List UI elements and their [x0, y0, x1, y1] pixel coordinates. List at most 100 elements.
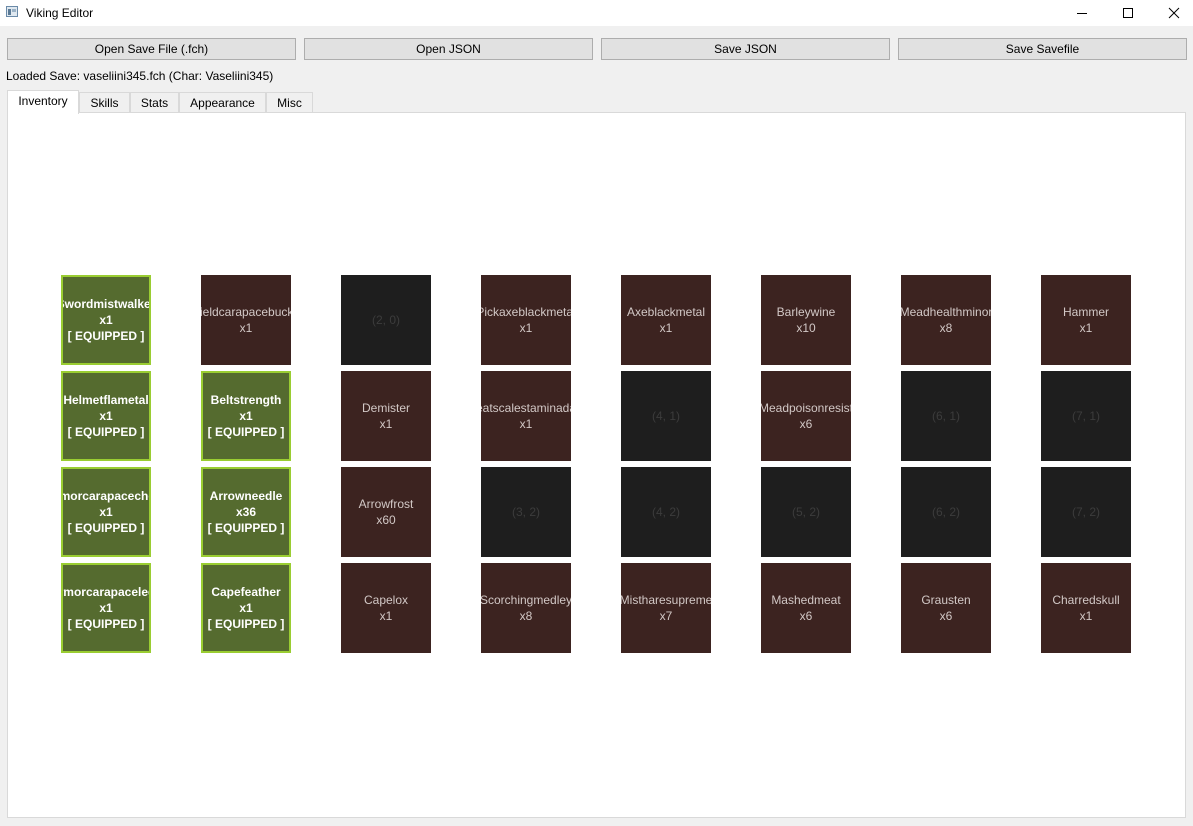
slot-item-name: Arrowneedle	[209, 489, 283, 503]
slot-quantity: x60	[376, 513, 396, 527]
inventory-slot[interactable]: (7, 1)	[1041, 371, 1131, 461]
inventory-slot[interactable]: Capelox x1	[341, 563, 431, 653]
slot-item-name: Pickaxeblackmetal	[481, 305, 571, 319]
inventory-slot[interactable]: Beltstrength x1 [ EQUIPPED ]	[201, 371, 291, 461]
slot-item-name: (4, 2)	[651, 505, 680, 519]
equipped-badge: [ EQUIPPED ]	[67, 617, 145, 631]
maximize-icon	[1123, 8, 1133, 18]
minimize-icon	[1077, 13, 1087, 14]
slot-item-name: (6, 1)	[931, 409, 960, 423]
slot-quantity: x1	[99, 313, 113, 327]
slot-quantity: x1	[99, 409, 113, 423]
slot-quantity: x7	[659, 609, 673, 623]
slot-quantity: x8	[939, 321, 953, 335]
slot-quantity: x1	[99, 505, 113, 519]
loaded-save-label: Loaded Save: vaseliini345.fch (Char: Vas…	[6, 69, 274, 83]
inventory-slot[interactable]: Arrowfrost x60	[341, 467, 431, 557]
inventory-slot[interactable]: Pickaxeblackmetal x1	[481, 275, 571, 365]
inventory-slot[interactable]: Arrowneedle x36 [ EQUIPPED ]	[201, 467, 291, 557]
slot-quantity: x6	[799, 417, 813, 431]
inventory-slot[interactable]: (3, 2)	[481, 467, 571, 557]
inventory-slot[interactable]: Capefeather x1 [ EQUIPPED ]	[201, 563, 291, 653]
inventory-slot[interactable]: Meatscalestaminadapt x1	[481, 371, 571, 461]
slot-quantity: x10	[796, 321, 816, 335]
slot-item-name: Helmetflametal	[63, 393, 149, 407]
equipped-badge: [ EQUIPPED ]	[67, 329, 145, 343]
slot-item-name: Scorchingmedley	[481, 593, 571, 607]
slot-item-name: (7, 2)	[1071, 505, 1100, 519]
inventory-slot[interactable]: (6, 1)	[901, 371, 991, 461]
slot-item-name: Armorcarapacechest	[61, 489, 149, 503]
inventory-slot[interactable]: Scorchingmedley x8	[481, 563, 571, 653]
equipped-badge: [ EQUIPPED ]	[207, 521, 285, 535]
slot-item-name: Axeblackmetal	[626, 305, 706, 319]
close-button[interactable]	[1151, 0, 1193, 26]
slot-quantity: x1	[99, 601, 113, 615]
inventory-slot[interactable]: Hammer x1	[1041, 275, 1131, 365]
open-save-file-button[interactable]: Open Save File (.fch)	[7, 38, 296, 60]
slot-quantity: x1	[239, 601, 253, 615]
slot-item-name: Meatscalestaminadapt	[481, 401, 571, 415]
inventory-slot[interactable]: Armorcarapacechest x1 [ EQUIPPED ]	[61, 467, 151, 557]
inventory-slot[interactable]: Demister x1	[341, 371, 431, 461]
slot-item-name: Swordmistwalker	[61, 297, 151, 311]
slot-quantity: x1	[379, 417, 393, 431]
inventory-slot[interactable]: (5, 2)	[761, 467, 851, 557]
equipped-badge: [ EQUIPPED ]	[67, 425, 145, 439]
inventory-slot[interactable]: (2, 0)	[341, 275, 431, 365]
tab-stats[interactable]: Stats	[130, 92, 179, 113]
slot-item-name: Capelox	[363, 593, 409, 607]
slot-item-name: (3, 2)	[511, 505, 540, 519]
slot-quantity: x1	[519, 321, 533, 335]
slot-quantity: x36	[235, 505, 257, 519]
inventory-slot[interactable]: Helmetflametal x1 [ EQUIPPED ]	[61, 371, 151, 461]
open-json-button[interactable]: Open JSON	[304, 38, 593, 60]
window-title: Viking Editor	[26, 6, 94, 20]
slot-quantity: x1	[519, 417, 533, 431]
app-icon	[6, 6, 18, 17]
inventory-slot[interactable]: Grausten x6	[901, 563, 991, 653]
inventory-slot[interactable]: Meadpoisonresist x6	[761, 371, 851, 461]
slot-item-name: Armorcarapacelegs	[63, 585, 149, 599]
inventory-slot[interactable]: Charredskull x1	[1041, 563, 1131, 653]
slot-quantity: x8	[519, 609, 533, 623]
tab-misc[interactable]: Misc	[266, 92, 313, 113]
inventory-slot[interactable]: Shieldcarapacebuckler x1	[201, 275, 291, 365]
inventory-slot[interactable]: Swordmistwalker x1 [ EQUIPPED ]	[61, 275, 151, 365]
inventory-slot[interactable]: (7, 2)	[1041, 467, 1131, 557]
slot-quantity: x1	[1079, 321, 1093, 335]
slot-quantity: x1	[379, 609, 393, 623]
close-icon	[1168, 7, 1180, 19]
slot-quantity: x6	[939, 609, 953, 623]
slot-quantity: x1	[659, 321, 673, 335]
inventory-slot[interactable]: Axeblackmetal x1	[621, 275, 711, 365]
inventory-slot[interactable]: Mashedmeat x6	[761, 563, 851, 653]
slot-item-name: (4, 1)	[651, 409, 680, 423]
inventory-slot[interactable]: (6, 2)	[901, 467, 991, 557]
slot-item-name: Mashedmeat	[771, 593, 841, 607]
equipped-badge: [ EQUIPPED ]	[67, 521, 145, 535]
slot-quantity: x1	[239, 321, 253, 335]
slot-item-name: Hammer	[1062, 305, 1109, 319]
slot-item-name: Mistharesupreme	[621, 593, 711, 607]
inventory-slot[interactable]: Barleywine x10	[761, 275, 851, 365]
slot-item-name: Shieldcarapacebuckler	[201, 305, 291, 319]
tab-skills[interactable]: Skills	[79, 92, 130, 113]
save-json-button[interactable]: Save JSON	[601, 38, 890, 60]
slot-item-name: Meadpoisonresist	[761, 401, 851, 415]
tab-inventory[interactable]: Inventory	[7, 90, 79, 114]
inventory-slot[interactable]: Meadhealthminor x8	[901, 275, 991, 365]
inventory-slot[interactable]: (4, 2)	[621, 467, 711, 557]
slot-item-name: Arrowfrost	[358, 497, 414, 511]
inventory-slot[interactable]: Armorcarapacelegs x1 [ EQUIPPED ]	[61, 563, 151, 653]
slot-item-name: (2, 0)	[371, 313, 400, 327]
inventory-slot[interactable]: Mistharesupreme x7	[621, 563, 711, 653]
slot-item-name: Demister	[361, 401, 410, 415]
save-savefile-button[interactable]: Save Savefile	[898, 38, 1187, 60]
equipped-badge: [ EQUIPPED ]	[207, 425, 285, 439]
minimize-button[interactable]	[1059, 0, 1105, 26]
tab-appearance[interactable]: Appearance	[179, 92, 266, 113]
inventory-slot[interactable]: (4, 1)	[621, 371, 711, 461]
maximize-button[interactable]	[1105, 0, 1151, 26]
slot-item-name: (7, 1)	[1071, 409, 1100, 423]
